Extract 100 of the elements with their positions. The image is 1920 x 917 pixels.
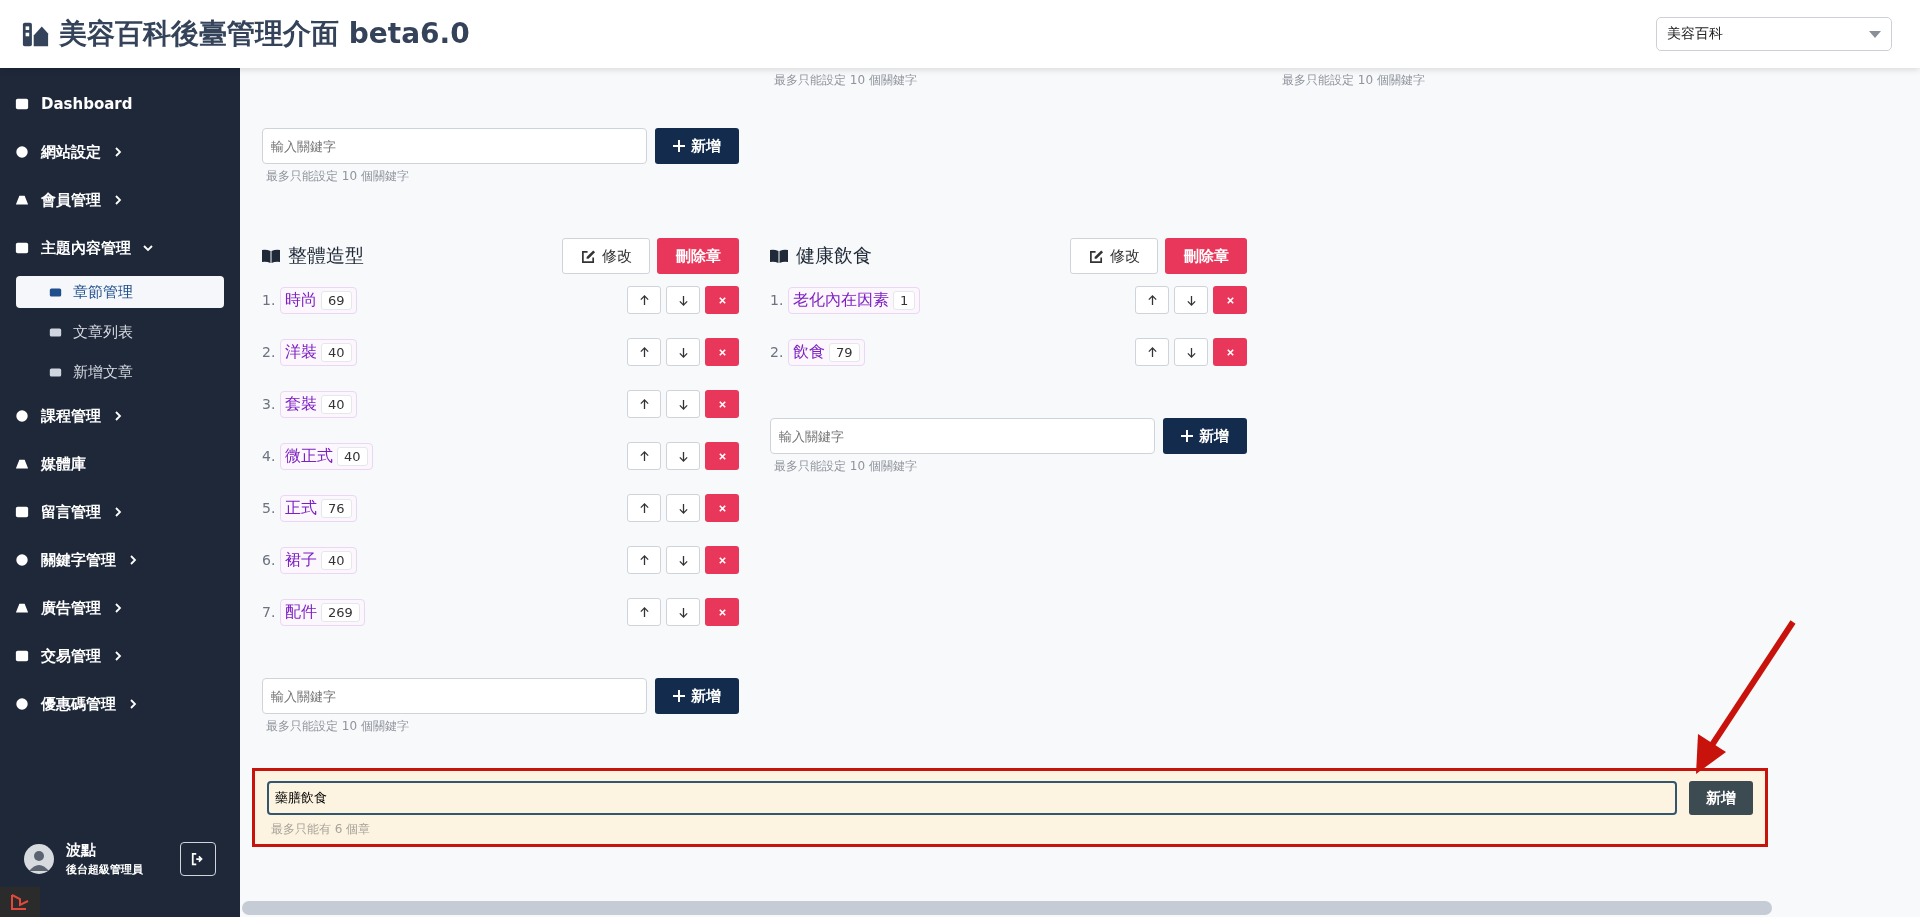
menu-icon — [15, 241, 29, 255]
sidebar-item[interactable]: 交易管理 — [0, 632, 240, 680]
sidebar-subitem[interactable]: 文章列表 — [16, 312, 224, 352]
sidebar-item[interactable]: 留言管理 — [0, 488, 240, 536]
plus-icon — [673, 140, 685, 152]
keyword-input[interactable]: 輸入關鍵字 — [262, 128, 647, 164]
arrow-down-icon — [677, 398, 689, 410]
move-up-button[interactable] — [627, 546, 661, 574]
sidebar-item[interactable]: 媒體庫 — [0, 440, 240, 488]
arrow-up-icon — [638, 554, 650, 566]
chapter-title: 健康飲食 — [796, 243, 872, 268]
move-up-button[interactable] — [1135, 286, 1169, 314]
move-up-button[interactable] — [627, 442, 661, 470]
arrow-down-icon — [677, 606, 689, 618]
user-role: 後台超級管理員 — [66, 862, 144, 877]
keyword-tag[interactable]: 洋裝 40 — [280, 338, 357, 366]
arrow-up-icon — [1146, 294, 1158, 306]
avatar — [24, 844, 54, 874]
hint-text: 最多只能設定 10 個關鍵字 — [1281, 72, 1426, 89]
keyword-tag[interactable]: 配件 269 — [280, 598, 365, 626]
menu-icon — [15, 193, 29, 207]
keyword-tag[interactable]: 裙子 40 — [280, 546, 357, 574]
move-up-button[interactable] — [627, 286, 661, 314]
arrow-down-icon — [677, 450, 689, 462]
add-button[interactable]: 新增 — [655, 678, 739, 714]
sidebar-item[interactable]: Dashboard — [0, 80, 240, 128]
edit-button[interactable]: 修改 — [562, 238, 650, 274]
move-down-button[interactable] — [666, 442, 700, 470]
move-up-button[interactable] — [627, 390, 661, 418]
close-icon — [717, 503, 727, 513]
hint-text: 最多只能設定 10 個關鍵字 — [773, 72, 918, 89]
arrow-up-icon — [638, 606, 650, 618]
close-icon — [717, 607, 727, 617]
keyword-input[interactable]: 輸入關鍵字 — [770, 418, 1155, 454]
add-chapter-button[interactable]: 新增 — [1689, 781, 1753, 815]
move-down-button[interactable] — [666, 338, 700, 366]
row-number: 2. — [262, 344, 277, 360]
delete-button[interactable]: 刪除章 — [1165, 238, 1247, 274]
move-down-button[interactable] — [666, 598, 700, 626]
arrow-down-icon — [677, 294, 689, 306]
arrow-down-icon — [677, 554, 689, 566]
move-up-button[interactable] — [1135, 338, 1169, 366]
add-button[interactable]: 新增 — [655, 128, 739, 164]
move-down-button[interactable] — [666, 494, 700, 522]
hint-text: 最多只能設定 10 個關鍵字 — [265, 718, 410, 735]
menu-icon — [48, 325, 63, 339]
close-icon — [1225, 347, 1235, 357]
logout-button[interactable] — [180, 842, 216, 876]
arrow-down-icon — [1185, 346, 1197, 358]
move-down-button[interactable] — [666, 390, 700, 418]
hint-text: 最多只能有 6 個章 — [270, 821, 372, 838]
keyword-tag[interactable]: 老化內在因素 1 — [788, 286, 921, 314]
row-number: 1. — [770, 292, 785, 308]
sidebar-item[interactable]: 優惠碼管理 — [0, 680, 240, 728]
scrollbar[interactable] — [242, 901, 1772, 915]
move-down-button[interactable] — [1174, 286, 1208, 314]
hint-text: 最多只能設定 10 個關鍵字 — [773, 458, 918, 475]
close-icon — [717, 399, 727, 409]
row-number: 5. — [262, 500, 277, 516]
user-name: 波點 — [66, 841, 97, 860]
keyword-tag[interactable]: 時尚 69 — [280, 286, 357, 314]
menu-icon — [15, 553, 29, 567]
delete-button[interactable]: 刪除章 — [657, 238, 739, 274]
sidebar-subitem[interactable]: 新增文章 — [16, 352, 224, 392]
site-select[interactable]: 美容百科 — [1656, 17, 1892, 51]
sidebar-item[interactable]: 課程管理 — [0, 392, 240, 440]
sidebar-item[interactable]: 網站設定 — [0, 128, 240, 176]
move-down-button[interactable] — [666, 546, 700, 574]
keyword-tag[interactable]: 微正式 40 — [280, 442, 373, 470]
chapter-input[interactable]: 藥膳飲食 — [267, 781, 1677, 815]
move-up-button[interactable] — [627, 598, 661, 626]
arrow-up-icon — [638, 346, 650, 358]
move-up-button[interactable] — [627, 494, 661, 522]
move-down-button[interactable] — [1174, 338, 1208, 366]
row-number: 2. — [770, 344, 785, 360]
arrow-down-icon — [1185, 294, 1197, 306]
close-icon — [717, 295, 727, 305]
edit-icon — [580, 248, 596, 264]
logo-icon — [22, 20, 49, 48]
menu-icon — [15, 505, 29, 519]
keyword-input[interactable]: 輸入關鍵字 — [262, 678, 647, 714]
sidebar-item[interactable]: 關鍵字管理 — [0, 536, 240, 584]
sidebar-item[interactable]: 主題內容管理 — [0, 224, 240, 272]
book-icon — [770, 249, 788, 263]
sidebar-item[interactable]: 廣告管理 — [0, 584, 240, 632]
keyword-tag[interactable]: 飲食 79 — [788, 338, 865, 366]
sidebar-subitem[interactable]: 章節管理 — [16, 276, 224, 308]
keyword-tag[interactable]: 正式 76 — [280, 494, 357, 522]
plus-icon — [673, 690, 685, 702]
move-up-button[interactable] — [627, 338, 661, 366]
arrow-down-icon — [677, 502, 689, 514]
edit-button[interactable]: 修改 — [1070, 238, 1158, 274]
keyword-tag[interactable]: 套裝 40 — [280, 390, 357, 418]
menu-icon — [15, 697, 29, 711]
add-button[interactable]: 新增 — [1163, 418, 1247, 454]
move-down-button[interactable] — [666, 286, 700, 314]
row-number: 3. — [262, 396, 277, 412]
arrow-up-icon — [638, 398, 650, 410]
menu-icon — [15, 649, 29, 663]
sidebar-item[interactable]: 會員管理 — [0, 176, 240, 224]
